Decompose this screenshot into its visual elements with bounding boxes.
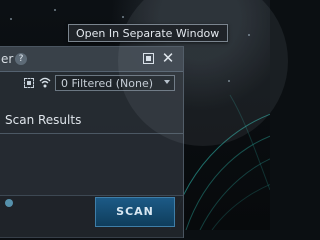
panel-header[interactable]: er ? ✕ [0, 47, 183, 72]
chevron-down-icon [164, 80, 170, 84]
help-icon[interactable]: ? [15, 53, 27, 65]
signal-icon[interactable] [38, 75, 52, 89]
section-divider [0, 133, 183, 134]
filter-dropdown[interactable]: 0 Filtered (None) [55, 75, 175, 91]
close-icon[interactable]: ✕ [161, 50, 175, 66]
target-icon[interactable] [24, 78, 34, 88]
filter-selected-value: 0 Filtered (None) [61, 77, 154, 90]
popout-window-icon[interactable] [143, 53, 154, 64]
panel-title: er [1, 52, 14, 66]
toolbar: 0 Filtered (None) [0, 73, 183, 95]
scanner-panel: er ? ✕ 0 Filtered (None) Scan Results SC… [0, 46, 184, 238]
status-dot [5, 199, 13, 207]
tooltip-text: Open In Separate Window [76, 27, 220, 40]
scan-results-heading: Scan Results [5, 113, 82, 127]
scan-button-label: SCAN [116, 205, 154, 218]
tooltip: Open In Separate Window [68, 24, 228, 42]
scan-button[interactable]: SCAN [95, 197, 175, 227]
